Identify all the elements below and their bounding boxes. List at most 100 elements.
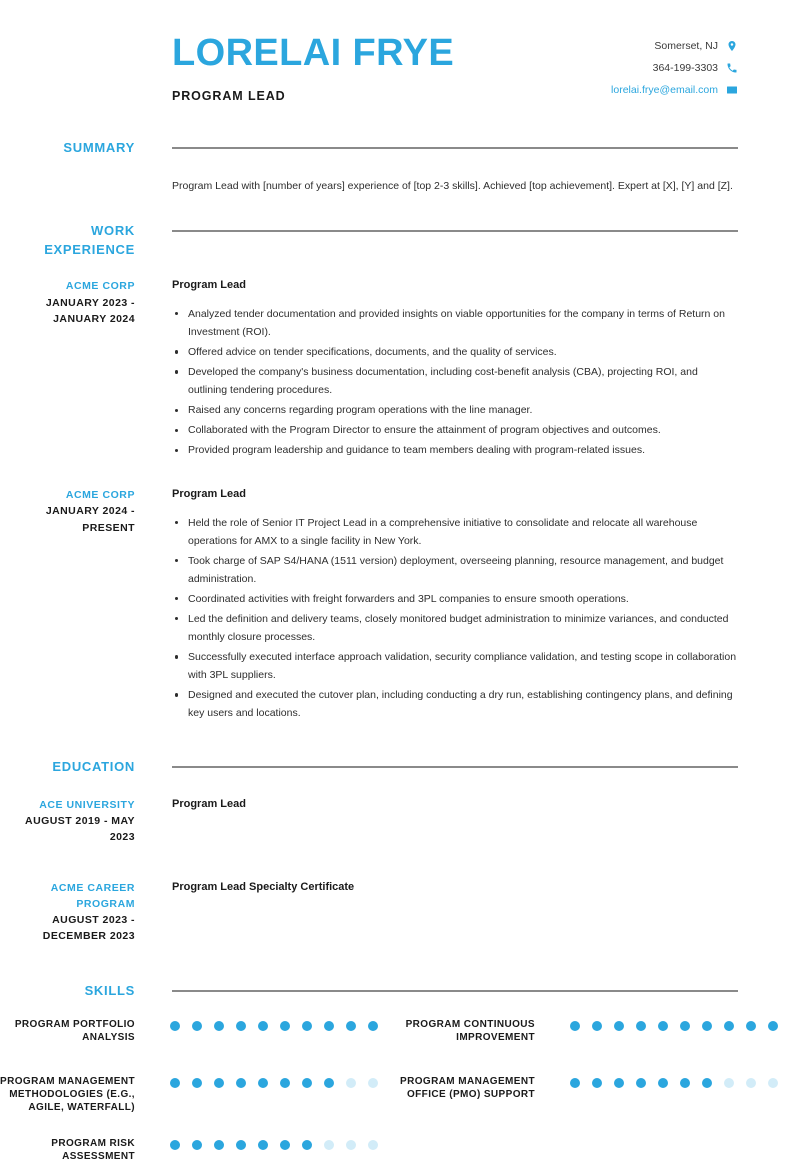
skills-heading-row: SKILLS	[0, 982, 800, 1001]
resume-page: LORELAI FRYE PROGRAM LEAD Somerset, NJ 3…	[0, 0, 800, 1162]
work-entry: ACME CORP JANUARY 2023 - JANUARY 2024 Pr…	[0, 278, 800, 461]
education-rule-wrap	[135, 758, 800, 769]
list-item: Analyzed tender documentation and provid…	[172, 305, 738, 341]
list-item: Held the role of Senior IT Project Lead …	[172, 514, 738, 550]
education-entry-org: ACE UNIVERSITY	[39, 798, 135, 811]
skill-rating	[535, 1075, 800, 1088]
rating-dot-filled	[214, 1020, 224, 1031]
rating-dot-filled	[636, 1077, 646, 1088]
rating-dot-filled	[302, 1020, 312, 1031]
section-summary: SUMMARY Program Lead with [number of yea…	[0, 139, 800, 196]
contact-phone[interactable]: 364-199-3303	[611, 62, 738, 74]
work-entry-meta: ACME CORP JANUARY 2024 - PRESENT	[0, 487, 135, 536]
education-entry: ACE UNIVERSITY AUGUST 2019 - MAY 2023 Pr…	[0, 797, 800, 846]
skill-rating	[135, 1018, 400, 1031]
list-item: Successfully executed interface approach…	[172, 648, 738, 684]
rating-dot-filled	[658, 1077, 668, 1088]
education-heading-row: EDUCATION	[0, 758, 800, 777]
rating-dot-filled	[768, 1020, 778, 1031]
rating-dot-filled	[368, 1020, 378, 1031]
list-item: Coordinated activities with freight forw…	[172, 590, 738, 608]
rating-dot-filled	[258, 1139, 268, 1150]
rating-dot-filled	[236, 1139, 246, 1150]
section-title-summary: SUMMARY	[63, 140, 135, 155]
education-entry-body: Program Lead Specialty Certificate	[135, 880, 800, 895]
resume-header: LORELAI FRYE PROGRAM LEAD Somerset, NJ 3…	[0, 0, 800, 106]
header-job-title: PROGRAM LEAD	[172, 88, 286, 103]
contact-location: Somerset, NJ	[611, 40, 738, 52]
work-entry-org: ACME CORP	[65, 280, 135, 293]
rating-dot-empty	[768, 1077, 778, 1088]
work-entry-role: Program Lead	[172, 488, 246, 501]
rating-dot-filled	[302, 1077, 312, 1088]
list-item: Raised any concerns regarding program op…	[172, 401, 738, 419]
skills-grid: PROGRAM PORTFOLIO ANALYSIS PROGRAM MANAG…	[0, 1018, 800, 1163]
summary-content: Program Lead with [number of years] expe…	[135, 178, 800, 196]
contact-phone-text: 364-199-3303	[652, 62, 718, 74]
rating-dot-empty	[746, 1077, 756, 1088]
skill-label: PROGRAM MANAGEMENT OFFICE (PMO) SUPPORT	[400, 1075, 535, 1101]
rating-dot-filled	[236, 1077, 246, 1088]
education-entry-dates: AUGUST 2023 - DECEMBER 2023	[42, 914, 135, 943]
contact-location-text: Somerset, NJ	[654, 40, 718, 52]
skill-row: PROGRAM RISK ASSESSMENT	[0, 1137, 400, 1163]
work-entry-dates: JANUARY 2023 - JANUARY 2024	[45, 296, 135, 325]
contact-email[interactable]: lorelai.frye@email.com	[611, 84, 738, 96]
list-item: Took charge of SAP S4/HANA (1511 version…	[172, 552, 738, 588]
rating-dot-filled	[280, 1020, 290, 1031]
list-item: Designed and executed the cutover plan, …	[172, 686, 738, 722]
rating-dot-filled	[214, 1139, 224, 1150]
work-entry-body: Program Lead Analyzed tender documentati…	[135, 278, 800, 461]
section-divider	[172, 147, 738, 149]
work-entry-body: Program Lead Held the role of Senior IT …	[135, 487, 800, 724]
header-identity: LORELAI FRYE PROGRAM LEAD	[0, 33, 611, 103]
section-title-education: EDUCATION	[52, 759, 135, 775]
skill-label: PROGRAM PORTFOLIO ANALYSIS	[14, 1018, 135, 1043]
work-heading-row: WORK EXPERIENCE	[0, 222, 800, 260]
section-skills: SKILLS PROGRAM PORTFOLIO ANALYSIS PROGRA…	[0, 982, 800, 1163]
section-divider	[172, 229, 738, 232]
section-divider	[172, 989, 738, 992]
work-entry: ACME CORP JANUARY 2024 - PRESENT Program…	[0, 487, 800, 724]
contact-block: Somerset, NJ 364-199-3303 lorelai.frye@e…	[611, 34, 800, 106]
education-entry-degree: Program Lead	[172, 797, 246, 810]
rating-dot-filled	[570, 1077, 580, 1088]
education-entry-body: Program Lead	[135, 797, 800, 812]
skill-row: PROGRAM MANAGEMENT OFFICE (PMO) SUPPORT	[400, 1075, 800, 1101]
skill-row: PROGRAM PORTFOLIO ANALYSIS	[0, 1018, 400, 1044]
education-entry-meta: ACE UNIVERSITY AUGUST 2019 - MAY 2023	[0, 797, 135, 846]
rating-dot-filled	[324, 1020, 334, 1031]
education-entry-dates: AUGUST 2019 - MAY 2023	[25, 815, 135, 844]
rating-dot-filled	[570, 1020, 580, 1031]
section-divider	[172, 766, 738, 769]
skill-rating	[135, 1137, 400, 1150]
rating-dot-filled	[214, 1077, 224, 1088]
education-entry: ACME CAREER PROGRAM AUGUST 2023 - DECEMB…	[0, 880, 800, 945]
rating-dot-filled	[680, 1077, 690, 1088]
section-title-work-experience: WORK EXPERIENCE	[44, 222, 135, 257]
list-item: Led the definition and delivery teams, c…	[172, 610, 738, 646]
rating-dot-filled	[280, 1077, 290, 1088]
skill-label: PROGRAM RISK ASSESSMENT	[51, 1137, 135, 1162]
skill-label: PROGRAM MANAGEMENT METHODOLOGIES (E.G., …	[0, 1075, 135, 1114]
rating-dot-filled	[658, 1020, 668, 1031]
location-pin-icon	[726, 40, 738, 52]
work-entry-bullets: Held the role of Senior IT Project Lead …	[172, 514, 738, 723]
rating-dot-filled	[592, 1020, 602, 1031]
rating-dot-filled	[592, 1077, 602, 1088]
work-entry-org: ACME CORP	[65, 489, 135, 502]
education-entry-org: ACME CAREER PROGRAM	[50, 881, 135, 910]
rating-dot-filled	[702, 1077, 712, 1088]
list-item: Collaborated with the Program Director t…	[172, 421, 738, 439]
work-rule-wrap	[135, 222, 800, 232]
skill-row: PROGRAM CONTINUOUS IMPROVEMENT	[400, 1018, 800, 1044]
section-education: EDUCATION ACE UNIVERSITY AUGUST 2019 - M…	[0, 758, 800, 945]
list-item: Offered advice on tender specifications,…	[172, 343, 738, 361]
education-entry-degree: Program Lead Specialty Certificate	[172, 880, 355, 893]
rating-dot-empty	[368, 1077, 378, 1088]
rating-dot-filled	[258, 1020, 268, 1031]
rating-dot-filled	[170, 1077, 180, 1088]
rating-dot-empty	[324, 1139, 334, 1150]
envelope-icon	[726, 84, 738, 96]
skill-row: PROGRAM MANAGEMENT METHODOLOGIES (E.G., …	[0, 1075, 400, 1115]
